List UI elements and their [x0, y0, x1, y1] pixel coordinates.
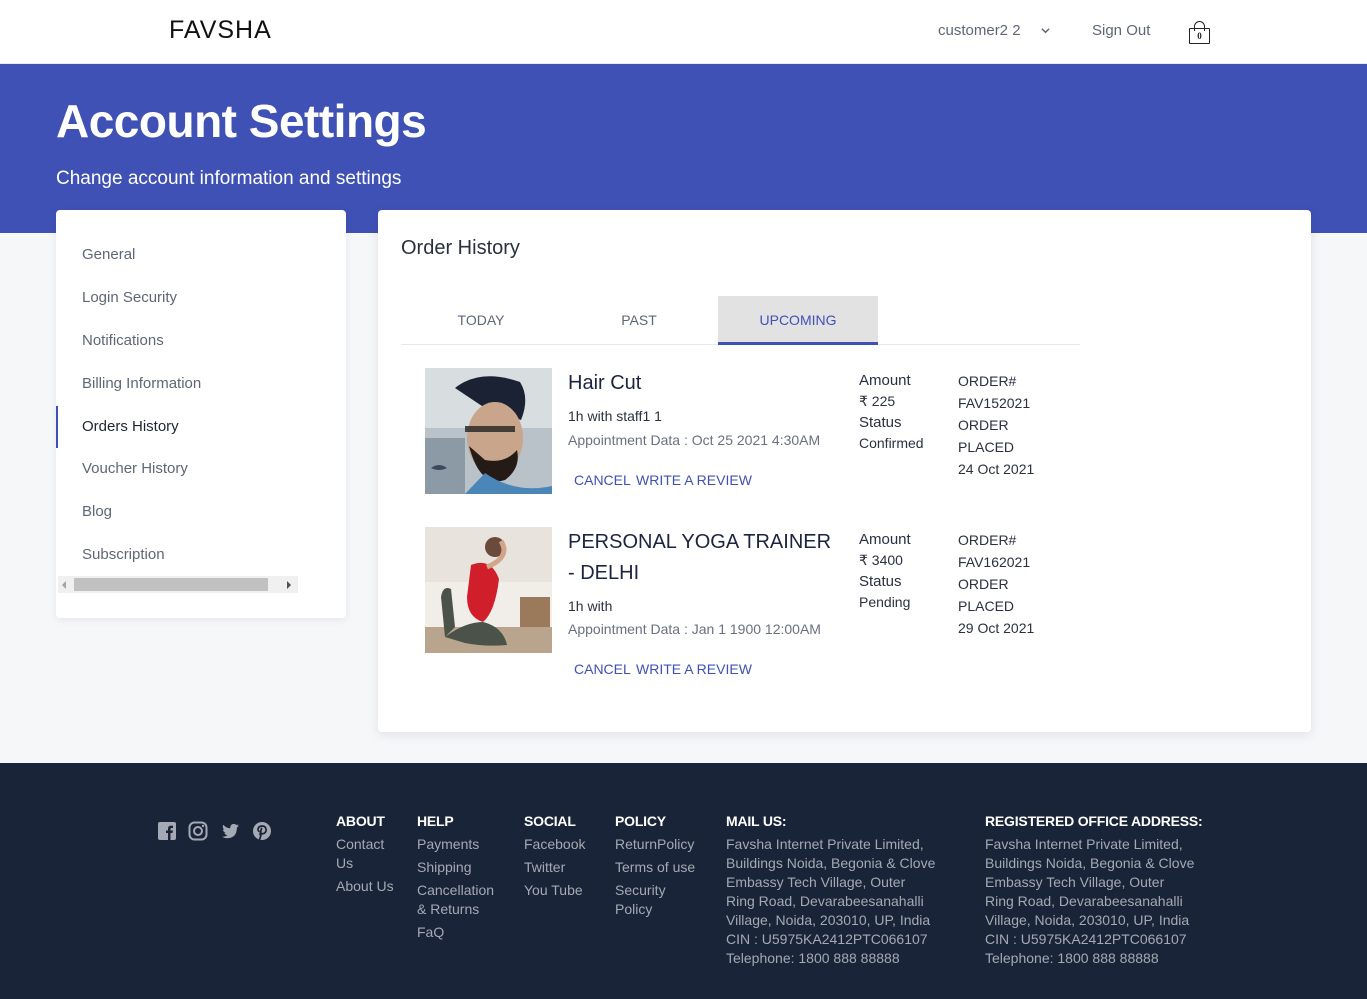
footer-heading: MAIL US:: [726, 813, 787, 829]
cancel-button[interactable]: CANCEL: [574, 661, 631, 677]
order-tabs: TODAY PAST UPCOMING: [401, 296, 1080, 345]
settings-sidebar: General Login Security Notifications Bil…: [56, 210, 346, 618]
sidebar-item-notifications[interactable]: Notifications: [56, 320, 346, 362]
tab-upcoming[interactable]: UPCOMING: [718, 296, 878, 345]
page-subtitle: Change account information and settings: [56, 168, 402, 189]
order-duration: 1h with: [568, 598, 613, 614]
cart-count: 0: [1197, 31, 1202, 41]
footer-link-terms-of-use[interactable]: Terms of use: [615, 858, 705, 877]
scroll-right-arrow-icon[interactable]: [287, 581, 291, 589]
page-title: Account Settings: [56, 95, 427, 147]
cancel-button[interactable]: CANCEL: [574, 472, 631, 488]
footer-policy: POLICY ReturnPolicy Terms of use Securit…: [615, 812, 705, 919]
order-state-line2: PLACED: [958, 439, 1015, 455]
scrollbar-thumb[interactable]: [74, 578, 268, 591]
order-number-info: ORDER# FAV162021 ORDER PLACED 29 Oct 202…: [958, 529, 1034, 639]
status-label: Status: [859, 573, 902, 590]
sidebar-item-login-security[interactable]: Login Security: [56, 277, 346, 319]
sidebar-item-blog[interactable]: Blog: [56, 491, 346, 533]
order-title: Hair Cut: [568, 372, 642, 394]
footer-link-youtube[interactable]: You Tube: [524, 881, 604, 900]
footer-heading: ABOUT: [336, 813, 385, 829]
tab-today[interactable]: TODAY: [401, 296, 561, 345]
favsha-logo[interactable]: FAVSHA: [169, 16, 272, 45]
account-settings-banner: Account Settings Change account informat…: [0, 64, 1367, 233]
order-state-line2: PLACED: [958, 598, 1015, 614]
order-number-label: ORDER#: [958, 532, 1017, 548]
appointment-date: Appointment Data : Oct 25 2021 4:30AM: [568, 432, 821, 448]
order-duration: 1h with staff1 1: [568, 408, 662, 424]
yoga-photo: [425, 527, 552, 653]
footer-link-twitter[interactable]: Twitter: [524, 858, 604, 877]
sidebar-item-orders-history[interactable]: Orders History: [56, 406, 346, 448]
order-item: PERSONAL YOGA TRAINER - DELHI 1h with Ap…: [425, 527, 1085, 687]
write-review-button[interactable]: WRITE A REVIEW: [636, 472, 752, 488]
sidebar-item-general[interactable]: General: [56, 234, 346, 276]
amount-value: ₹ 225: [859, 393, 896, 409]
amount-label: Amount: [859, 372, 911, 389]
top-navbar: FAVSHA customer2 2 Sign Out 0: [0, 0, 1367, 64]
sidebar-item-subscription[interactable]: Subscription: [56, 534, 346, 576]
order-state-line1: ORDER: [958, 576, 1009, 592]
footer-heading: SOCIAL: [524, 813, 576, 829]
amount-value: ₹ 3400: [859, 552, 903, 568]
footer-mail-us: MAIL US: Favsha Internet Private Limited…: [726, 812, 936, 968]
footer-link-faq[interactable]: FaQ: [417, 923, 502, 942]
office-address: Favsha Internet Private Limited, Buildin…: [985, 836, 1195, 966]
sidebar-item-voucher-history[interactable]: Voucher History: [56, 448, 346, 490]
facebook-icon[interactable]: [157, 821, 177, 841]
user-name: customer2 2: [938, 22, 1021, 39]
order-date: 29 Oct 2021: [958, 620, 1035, 636]
order-amount-status: Amount ₹ 225 Status Confirmed: [859, 370, 924, 454]
footer-link-return-policy[interactable]: ReturnPolicy: [615, 835, 705, 854]
footer-link-facebook[interactable]: Facebook: [524, 835, 604, 854]
user-menu-dropdown[interactable]: customer2 2: [938, 22, 1050, 39]
footer-link-cancellation-returns[interactable]: Cancellation & Returns: [417, 881, 502, 919]
footer-link-about-us[interactable]: About Us: [336, 877, 396, 896]
footer-link-shipping[interactable]: Shipping: [417, 858, 502, 877]
footer-link-payments[interactable]: Payments: [417, 835, 502, 854]
footer-registered-office: REGISTERED OFFICE ADDRESS: Favsha Intern…: [985, 812, 1203, 968]
write-review-button[interactable]: WRITE A REVIEW: [636, 661, 752, 677]
footer-link-security-policy[interactable]: Security Policy: [615, 881, 675, 919]
shopping-bag-button[interactable]: 0: [1189, 21, 1210, 45]
status-value: Pending: [859, 594, 911, 610]
mail-address: Favsha Internet Private Limited, Buildin…: [726, 836, 936, 966]
order-title: PERSONAL YOGA TRAINER - DELHI: [568, 531, 832, 584]
footer-social: SOCIAL Facebook Twitter You Tube: [524, 812, 604, 900]
sign-out-link[interactable]: Sign Out: [1092, 22, 1150, 39]
footer-heading: REGISTERED OFFICE ADDRESS:: [985, 813, 1203, 829]
footer-help: HELP Payments Shipping Cancellation & Re…: [417, 812, 502, 942]
status-label: Status: [859, 414, 902, 431]
order-number: FAV162021: [958, 554, 1031, 570]
chevron-down-icon: [1040, 28, 1050, 34]
sidebar-item-billing-information[interactable]: Billing Information: [56, 363, 346, 405]
footer-link-contact-us[interactable]: Contact Us: [336, 835, 396, 873]
order-number: FAV152021: [958, 395, 1031, 411]
order-number-label: ORDER#: [958, 373, 1017, 389]
footer-heading: HELP: [417, 813, 454, 829]
order-date: 24 Oct 2021: [958, 461, 1035, 477]
site-footer: ABOUT Contact Us About Us HELP Payments …: [0, 763, 1367, 999]
tab-past[interactable]: PAST: [559, 296, 719, 345]
amount-label: Amount: [859, 531, 911, 548]
section-title: Order History: [401, 237, 520, 259]
appointment-date: Appointment Data : Jan 1 1900 12:00AM: [568, 621, 821, 637]
scroll-left-arrow-icon[interactable]: [62, 581, 66, 589]
order-item: Hair Cut 1h with staff1 1 Appointment Da…: [425, 368, 1085, 508]
status-value: Confirmed: [859, 435, 924, 451]
order-history-panel: Order History TODAY PAST UPCOMING Hair C…: [378, 210, 1311, 732]
instagram-icon[interactable]: [188, 821, 208, 841]
order-amount-status: Amount ₹ 3400 Status Pending: [859, 529, 911, 613]
footer-heading: POLICY: [615, 813, 666, 829]
sidebar-horizontal-scrollbar[interactable]: [58, 576, 298, 593]
order-state-line1: ORDER: [958, 417, 1009, 433]
footer-about: ABOUT Contact Us About Us: [336, 812, 396, 896]
twitter-icon[interactable]: [220, 821, 240, 841]
order-number-info: ORDER# FAV152021 ORDER PLACED 24 Oct 202…: [958, 370, 1034, 480]
pinterest-icon[interactable]: [252, 821, 272, 841]
haircut-photo: [425, 368, 552, 494]
